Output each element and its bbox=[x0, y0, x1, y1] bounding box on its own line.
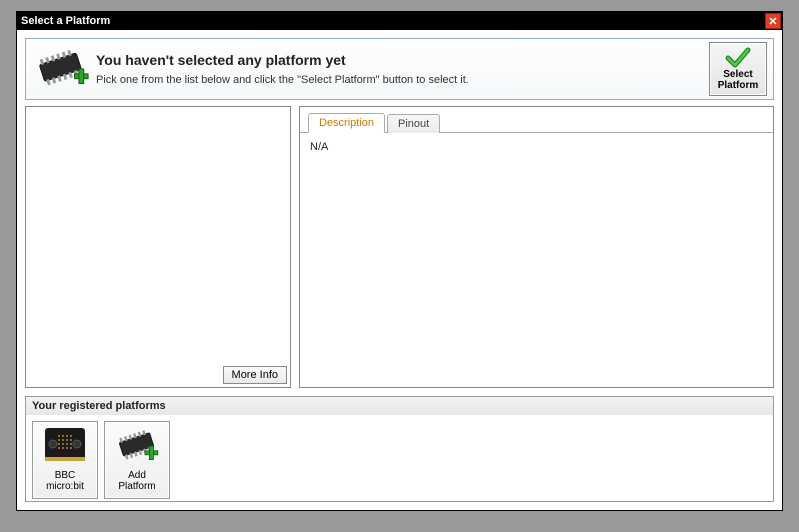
chip-add-icon bbox=[32, 44, 90, 94]
header-text: You haven't selected any platform yet Pi… bbox=[90, 52, 709, 86]
close-button[interactable]: ✕ bbox=[765, 13, 781, 29]
description-text: N/A bbox=[310, 141, 328, 153]
details-panel: Description Pinout N/A bbox=[299, 106, 774, 388]
platform-list-footer: More Info bbox=[26, 363, 290, 387]
header-title: You haven't selected any platform yet bbox=[96, 52, 709, 68]
platform-tile-bbc-microbit[interactable]: BBC micro:bit bbox=[32, 421, 98, 499]
middle-row: More Info Description Pinout N/A bbox=[25, 106, 774, 388]
select-button-label-2: Platform bbox=[718, 80, 759, 91]
tab-description[interactable]: Description bbox=[308, 113, 385, 133]
checkmark-icon bbox=[725, 47, 751, 69]
more-info-button[interactable]: More Info bbox=[223, 366, 287, 384]
tile-label: Add Platform bbox=[118, 470, 155, 492]
dialog-content: You haven't selected any platform yet Pi… bbox=[17, 30, 782, 510]
window-title: Select a Platform bbox=[21, 15, 110, 27]
select-button-label-1: Select bbox=[723, 69, 752, 80]
add-platform-tile[interactable]: Add Platform bbox=[104, 421, 170, 499]
tab-pinout[interactable]: Pinout bbox=[387, 114, 440, 133]
registered-header: Your registered platforms bbox=[26, 397, 773, 415]
select-platform-button[interactable]: Select Platform bbox=[709, 42, 767, 96]
chip-add-icon bbox=[113, 424, 161, 468]
tile-label: BBC micro:bit bbox=[46, 470, 84, 492]
select-platform-dialog: Select a Platform ✕ bbox=[16, 11, 783, 511]
platform-list[interactable] bbox=[26, 107, 290, 363]
header-subtitle: Pick one from the list below and click t… bbox=[96, 74, 709, 86]
registered-body: BBC micro:bit bbox=[26, 415, 773, 501]
tab-body-description: N/A bbox=[300, 133, 773, 161]
registered-platforms-panel: Your registered platforms bbox=[25, 396, 774, 502]
titlebar: Select a Platform ✕ bbox=[17, 12, 782, 30]
tabstrip: Description Pinout bbox=[300, 107, 773, 133]
header-panel: You haven't selected any platform yet Pi… bbox=[25, 38, 774, 100]
close-icon: ✕ bbox=[768, 15, 777, 28]
platform-list-panel: More Info bbox=[25, 106, 291, 388]
microbit-icon bbox=[41, 424, 89, 468]
